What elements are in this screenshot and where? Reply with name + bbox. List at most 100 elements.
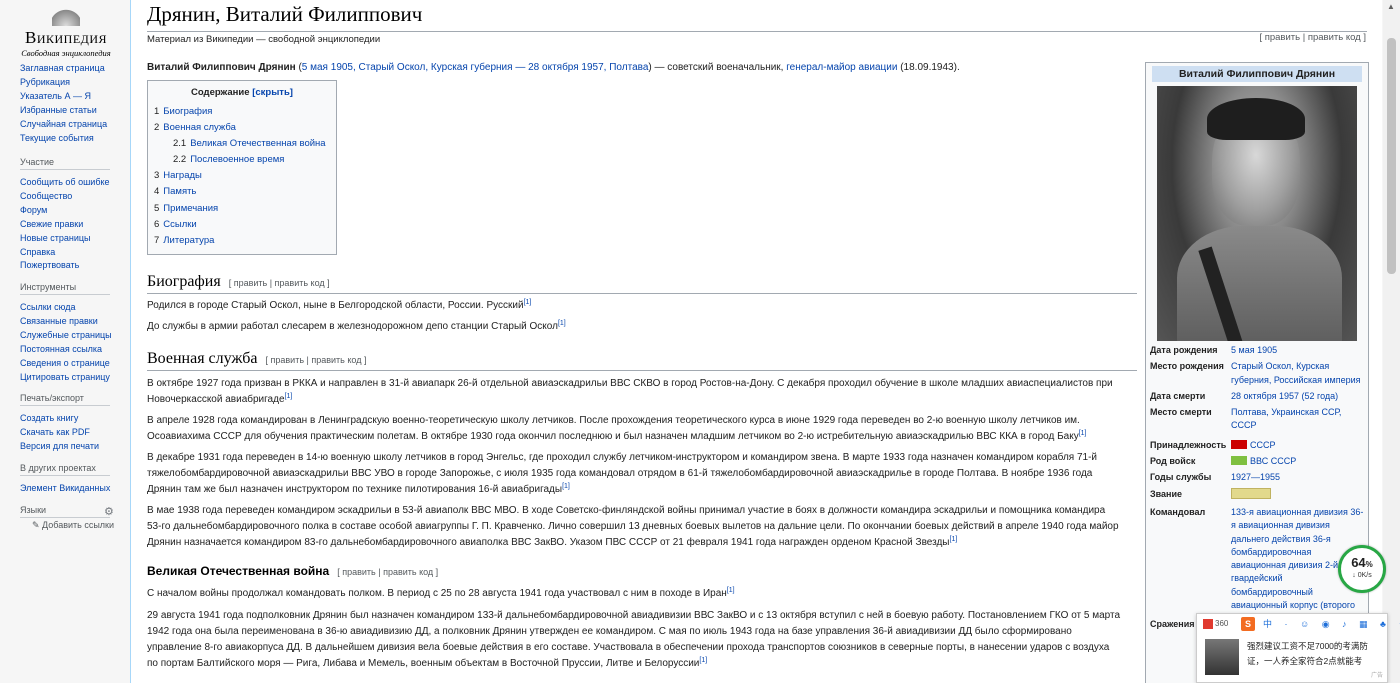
infobox-value[interactable]: 28 октября 1957 (52 года) <box>1231 390 1364 403</box>
sogou-icon[interactable]: S <box>1241 617 1255 631</box>
tool-what-links-here[interactable]: Ссылки сюда <box>20 302 76 312</box>
reference-link[interactable]: [1] <box>558 320 566 327</box>
nav-recent-changes[interactable]: Свежие правки <box>20 219 83 229</box>
nav-featured[interactable]: Избранные статьи <box>20 105 97 115</box>
toc-link[interactable]: Примечания <box>163 203 218 214</box>
add-links-button[interactable]: ✎ Добавить ссылки <box>32 520 114 531</box>
nav-help[interactable]: Справка <box>20 247 55 257</box>
edit-section-links[interactable]: [ править | править код ] <box>337 567 438 577</box>
nav-donate[interactable]: Пожертвовать <box>20 260 79 270</box>
ad-line-2[interactable]: 证，一人养全家符合2点就能考 <box>1247 655 1362 667</box>
ad-thumbnail[interactable] <box>1205 639 1239 675</box>
infobox-value[interactable]: 1927—1955 <box>1231 471 1364 484</box>
toc-link[interactable]: Ссылки <box>163 219 196 230</box>
toc-item[interactable]: 5 Примечания <box>154 201 330 217</box>
toc-title-row: Содержание [скрыть] <box>154 87 330 98</box>
toc-toggle-button[interactable]: [скрыть] <box>252 87 293 98</box>
reference-link[interactable]: [1] <box>727 587 735 594</box>
lead-rank-link[interactable]: генерал-майор авиации <box>786 62 897 73</box>
toc-link[interactable]: Военная служба <box>163 122 236 133</box>
infobox-value[interactable]: 5 мая 1905 <box>1231 344 1364 357</box>
toc-number: 7 <box>154 234 160 246</box>
ussr-flag-icon <box>1231 439 1247 449</box>
toc-item[interactable]: 2.2 Послевоенное время <box>154 152 330 168</box>
infobox-value[interactable]: ВВС СССР <box>1250 456 1296 466</box>
toc-item[interactable]: 3 Награды <box>154 168 330 184</box>
print-printable-version[interactable]: Версия для печати <box>20 441 99 451</box>
tool-special-pages[interactable]: Служебные страницы <box>20 330 112 340</box>
edit-section-links[interactable]: [ править | править код ] <box>266 355 367 365</box>
other-projects-heading[interactable]: В других проектах <box>20 463 110 476</box>
nav-forum[interactable]: Форум <box>20 205 47 215</box>
lead-birth-links[interactable]: 5 мая 1905, Старый Оскол, Курская губерн… <box>302 62 649 73</box>
page-scrollbar[interactable]: ▲ <box>1383 0 1400 683</box>
wikidata-item-link[interactable]: Элемент Викиданных <box>20 483 110 493</box>
nav-main-page[interactable]: Заглавная страница <box>20 63 105 73</box>
toc-item[interactable]: 2 Военная служба <box>154 120 330 136</box>
reference-link[interactable]: [1] <box>524 299 532 306</box>
nav-new-pages[interactable]: Новые страницы <box>20 233 91 243</box>
scroll-up-icon[interactable]: ▲ <box>1387 2 1395 11</box>
reference-link[interactable]: [1] <box>562 483 570 490</box>
toc-item[interactable]: 1 Биография <box>154 104 330 120</box>
tool-related-changes[interactable]: Связанные правки <box>20 316 98 326</box>
toc-link[interactable]: Великая Отечественная война <box>190 138 325 149</box>
toc-link[interactable]: Память <box>163 186 196 197</box>
nav-index[interactable]: Указатель А — Я <box>20 91 91 101</box>
scrollbar-thumb[interactable] <box>1387 38 1396 274</box>
wikipedia-logo[interactable]: Википедия Свободная энциклопедия <box>14 8 118 58</box>
print-create-book[interactable]: Создать книгу <box>20 413 78 423</box>
toc-item[interactable]: 4 Память <box>154 184 330 200</box>
section-title: Военная служба <box>147 350 258 367</box>
nav-community[interactable]: Сообщество <box>20 191 72 201</box>
toc-link[interactable]: Литература <box>163 235 214 246</box>
ww2-paragraph-1: С началом войны продолжал командовать по… <box>147 586 1122 602</box>
tool-cite-page[interactable]: Цитировать страницу <box>20 372 110 382</box>
nav-categories[interactable]: Рубрикация <box>20 77 70 87</box>
ad-line-1[interactable]: 强烈建议工资不足7000的考满防 <box>1247 640 1368 652</box>
edit-section-links[interactable]: [ править | править код ] <box>229 278 330 288</box>
tool-page-info[interactable]: Сведения о странице <box>20 358 110 368</box>
toc-list: 1 Биография 2 Военная служба 2.1 Великая От… <box>154 104 330 249</box>
gear-icon[interactable]: ⚙ <box>104 505 114 518</box>
brand-360-icon <box>1203 619 1213 629</box>
toc-item[interactable]: 7 Литература <box>154 233 330 249</box>
site-subtitle: Материал из Википедии — свободной энцикл… <box>147 34 381 45</box>
reference-link[interactable]: [1] <box>1079 430 1087 437</box>
toc-item[interactable]: 2.1 Великая Отечественная война <box>154 136 330 152</box>
rank-insignia-icon[interactable] <box>1231 487 1271 499</box>
nav-current-events[interactable]: Текущие события <box>20 133 94 143</box>
reference-link[interactable]: [1] <box>285 393 293 400</box>
toc-link[interactable]: Послевоенное время <box>190 154 284 165</box>
toc-item[interactable]: 6 Ссылки <box>154 217 330 233</box>
infobox-value[interactable]: СССР <box>1250 440 1276 450</box>
subsection-heading-ww2: Великая Отечественная война [ править | п… <box>147 564 438 578</box>
nav-report-error[interactable]: Сообщить об ошибке <box>20 177 110 187</box>
reference-link[interactable]: [1] <box>699 657 707 664</box>
nav-random[interactable]: Случайная страница <box>20 119 107 129</box>
paragraph-text: До службы в армии работал слесарем в жел… <box>147 321 558 332</box>
reference-link[interactable]: [1] <box>950 536 958 543</box>
toc-number: 2 <box>154 122 160 134</box>
lead-paragraph: Виталий Филиппович Дрянин (5 мая 1905, С… <box>147 60 1122 76</box>
portrait-photo[interactable] <box>1157 86 1357 341</box>
tools-heading[interactable]: Инструменты <box>20 282 110 295</box>
bio-paragraph-2: До службы в армии работал слесарем в жел… <box>147 319 1122 335</box>
ime-tool-icons[interactable]: 中 · ☺ ◉ ♪ ▦ ♣ ✦ ⊞ <box>1263 617 1400 630</box>
toc-link[interactable]: Биография <box>163 106 212 117</box>
network-speed-widget[interactable]: 64% ↓ 0K/s <box>1338 545 1386 593</box>
print-download-pdf[interactable]: Скачать как PDF <box>20 427 90 437</box>
toc-link[interactable]: Награды <box>163 170 202 181</box>
nav-portal: Заглавная страница Рубрикация Указатель … <box>20 62 124 145</box>
languages-heading[interactable]: Языки <box>20 505 110 518</box>
infobox-value[interactable]: Полтава, Украинская ССР, СССР <box>1231 406 1364 433</box>
top-edit-links[interactable]: [ править | править код ] <box>1259 32 1366 43</box>
print-heading[interactable]: Печать/экспорт <box>20 393 110 406</box>
participation-heading[interactable]: Участие <box>20 157 110 170</box>
infobox-row: Место рождения Старый Оскол, Курская губе… <box>1150 360 1364 387</box>
ime-toolbar: 360 S 中 · ☺ ◉ ♪ ▦ ♣ ✦ ⊞ <box>1197 617 1400 635</box>
tool-permanent-link[interactable]: Постоянная ссылка <box>20 344 102 354</box>
infobox: Виталий Филиппович Дрянин Дата рождения 5… <box>1145 62 1369 683</box>
infobox-value[interactable]: Старый Оскол, Курская губерния, Российск… <box>1231 360 1364 387</box>
paragraph-text: В апреле 1928 года командирован в Ленинг… <box>147 415 1080 442</box>
